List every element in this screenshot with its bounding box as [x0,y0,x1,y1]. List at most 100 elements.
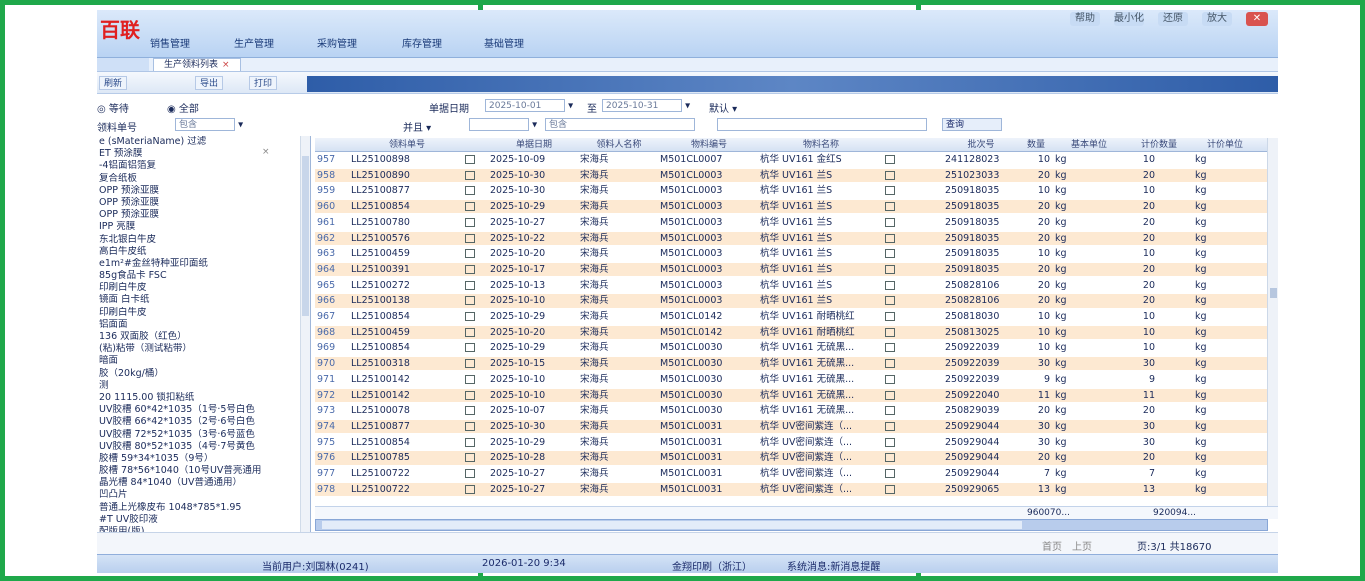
table-row[interactable]: 976 LL25100785 2025-10-28 宋海兵 M501CL0031 杭华 U… [315,451,1278,465]
material-list-item[interactable]: -4铝面铝箔复 [97,160,310,172]
doc-icon-cell[interactable] [885,216,911,229]
doc-icon-cell[interactable] [885,483,911,496]
document-icon[interactable] [885,296,895,306]
document-icon[interactable] [465,359,475,369]
material-list-item[interactable]: 高白牛皮纸 [97,246,310,258]
material-list-item[interactable]: UV胶槽 80*52*1035（4号·7号黄色 [97,441,310,453]
material-list-item[interactable]: 镜面 白卡纸 [97,294,310,306]
document-icon[interactable] [885,374,895,384]
document-icon[interactable] [465,249,475,259]
doc-icon-cell[interactable] [885,404,911,417]
doc-icon-cell[interactable] [885,294,911,307]
document-icon[interactable] [465,296,475,306]
table-row[interactable]: 968 LL25100459 2025-10-20 宋海兵 M501CL0142 杭华 U… [315,325,1278,340]
table-row[interactable]: 967 LL25100854 2025-10-29 宋海兵 M501CL0142 杭华 U… [315,310,1278,324]
document-icon[interactable] [885,437,895,447]
document-icon[interactable] [465,202,475,212]
doc-icon-cell[interactable] [465,153,487,166]
doc-icon-cell[interactable] [465,200,487,213]
document-icon[interactable] [465,406,475,416]
and-select[interactable]: 并且 ▾ [403,119,431,134]
grid-horizontal-scrollbar[interactable] [315,519,1268,531]
material-list-item[interactable]: ET 预涂膜 [97,148,310,160]
tab-close-icon[interactable]: × [222,60,230,70]
first-page-button[interactable]: 首页 [1042,538,1062,553]
document-icon[interactable] [885,264,895,274]
doc-icon-cell[interactable] [465,326,487,339]
doc-icon-cell[interactable] [465,184,487,197]
minimize-button[interactable]: 最小化 [1114,12,1144,26]
doc-icon-cell[interactable] [885,373,911,386]
prev-page-button[interactable]: 上页 [1072,538,1092,553]
document-icon[interactable] [465,170,475,180]
material-list-item[interactable]: 胶槽 59*34*1035（9号） [97,453,310,465]
material-list-item[interactable]: 复合纸板 [97,173,310,185]
document-icon[interactable] [465,453,475,463]
document-icon[interactable] [885,170,895,180]
document-icon[interactable] [885,312,895,321]
document-icon[interactable] [465,264,475,274]
export-button[interactable]: 导出 [195,76,224,90]
material-list-item[interactable]: e (sMateriaName) 过滤 [97,136,310,148]
column-header[interactable]: 领料单号 [351,138,463,152]
doc-icon-cell[interactable] [465,420,487,433]
table-row[interactable]: 958 LL25100890 2025-10-30 宋海兵 M501CL0003 杭华 U… [315,168,1278,183]
document-icon[interactable] [885,186,895,196]
table-row[interactable]: 966 LL25100138 2025-10-10 宋海兵 M501CL0003 杭华 U… [315,294,1278,308]
document-icon[interactable] [885,453,895,463]
doc-icon-cell[interactable] [885,389,911,402]
doc-icon-cell[interactable] [465,389,487,402]
table-row[interactable]: 970 LL25100318 2025-10-15 宋海兵 M501CL0030 杭华 U… [315,357,1278,371]
document-icon[interactable] [465,155,475,164]
material-list-item[interactable]: 136 双面胶（红色） [97,331,310,343]
table-row[interactable]: 963 LL25100459 2025-10-20 宋海兵 M501CL0003 杭华 U… [315,247,1278,261]
column-header[interactable]: 单据日期 [490,138,578,152]
document-icon[interactable] [885,233,895,243]
doc-icon-cell[interactable] [465,279,487,292]
doc-icon-cell[interactable] [465,169,487,182]
document-icon[interactable] [465,233,475,243]
document-icon[interactable] [885,390,895,400]
doc-icon-cell[interactable] [885,153,911,166]
material-list-item[interactable]: 印刷白牛皮 [97,307,310,319]
date-from-input[interactable]: 2025-10-01 ▾ [485,99,573,112]
system-message[interactable]: 系统消息:新消息提醒 [787,558,880,573]
doc-icon-cell[interactable] [885,169,911,182]
table-row[interactable]: 957 LL25100898 2025-10-09 宋海兵 M501CL0007 杭华 U… [315,153,1278,167]
material-list-item[interactable]: OPP 预涂亚膜 [97,209,310,221]
doc-icon-cell[interactable] [885,232,911,245]
h-scroll-thumb[interactable] [322,521,1022,529]
document-icon[interactable] [885,327,895,337]
menu-basic[interactable]: 基础管理 [484,35,524,50]
document-icon[interactable] [465,186,475,196]
document-icon[interactable] [885,217,895,227]
column-header[interactable]: 计价数量 [1125,138,1193,152]
field-select[interactable]: ▾ [469,118,537,131]
table-row[interactable]: 975 LL25100854 2025-10-29 宋海兵 M501CL0031 杭华 U… [315,435,1278,449]
material-list-item[interactable]: IPP 亮膜 [97,221,310,233]
material-list-item[interactable]: 暗面 [97,355,310,367]
material-list-item[interactable]: 印刷白牛皮 [97,282,310,294]
document-icon[interactable] [465,484,475,494]
document-icon[interactable] [465,390,475,400]
left-scrollbar[interactable] [300,136,310,532]
tab-home[interactable] [97,58,149,71]
table-row[interactable]: 971 LL25100142 2025-10-10 宋海兵 M501CL0030 杭华 U… [315,372,1278,387]
material-list-item[interactable]: UV胶槽 72*52*1035（3号·6号蓝色 [97,429,310,441]
doc-icon-cell[interactable] [465,232,487,245]
doc-icon-cell[interactable] [885,451,911,464]
document-icon[interactable] [885,155,895,164]
document-icon[interactable] [885,280,895,290]
material-list-item[interactable]: e1m²#金丝特种亚印面纸 [97,258,310,270]
document-icon[interactable] [465,312,475,321]
document-icon[interactable] [465,343,475,353]
menu-purchase[interactable]: 采购管理 [317,35,357,50]
material-list-item[interactable]: 凹凸片 [97,489,310,501]
filter-input[interactable] [717,118,927,131]
doc-icon-cell[interactable] [465,467,487,480]
document-icon[interactable] [885,421,895,431]
material-list-item[interactable]: OPP 预涂亚膜 [97,185,310,197]
material-list-item[interactable]: 东北银白牛皮 [97,234,310,246]
restore-button[interactable]: 还原 [1158,12,1188,26]
material-list-item[interactable]: UV胶槽 60*42*1035（1号·5号白色 [97,404,310,416]
